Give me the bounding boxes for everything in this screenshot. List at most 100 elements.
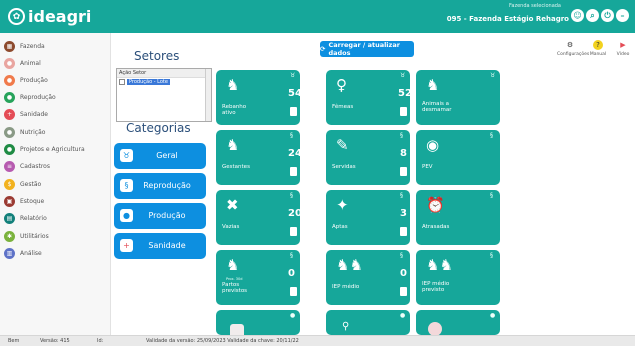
sidebar-item-projetos[interactable]: ● Projetos e Agricultura: [4, 142, 85, 156]
document-icon[interactable]: [516, 167, 523, 176]
document-icon[interactable]: [516, 287, 523, 296]
category-geral-button[interactable]: ♉ Geral: [114, 143, 206, 169]
checkbox-icon[interactable]: [119, 79, 125, 85]
card-pev[interactable]: § ◉ 0 PEV: [416, 130, 523, 185]
card-iep-medio[interactable]: § ♞♞ 0 IEP médio: [326, 250, 410, 305]
avatar-icon[interactable]: ☺: [571, 9, 584, 22]
category-reproducao-button[interactable]: § Reprodução: [114, 173, 206, 199]
card-servidas[interactable]: § ✎ 8 Servidas: [326, 130, 410, 185]
sidebar-item-sanidade[interactable]: + Sanidade: [4, 107, 48, 121]
sidebar-item-gestao[interactable]: $ Gestão: [4, 177, 41, 191]
card-partial-1[interactable]: ●: [216, 310, 300, 335]
cow-head-icon: ♉: [290, 72, 296, 79]
sidebar-item-cadastros[interactable]: ≡ Cadastros: [4, 159, 50, 173]
card-label: IEP médio: [332, 284, 360, 290]
sidebar-item-estoque[interactable]: ▣ Estoque: [4, 194, 44, 208]
card-value: 0: [400, 268, 407, 279]
dna-icon: §: [400, 192, 403, 199]
setores-scrollbar[interactable]: [205, 69, 211, 121]
card-value: 0: [516, 88, 523, 99]
health-cross-icon: +: [4, 108, 15, 120]
category-label: Produção: [148, 211, 186, 220]
category-label: Reprodução: [143, 181, 191, 190]
lock-icon: ⚲: [342, 321, 350, 332]
money-icon: $: [4, 178, 15, 190]
card-partos-previstos[interactable]: § ♞ Prox. 30d 0 Partos previstos: [216, 250, 300, 305]
document-icon[interactable]: [400, 287, 407, 296]
sidebar-item-fazenda[interactable]: ▦ Fazenda: [4, 39, 45, 53]
settings-button[interactable]: ⚙ Configurações: [557, 40, 589, 57]
setores-list[interactable]: Ação Setor Produção - Lote: [116, 68, 212, 122]
dna-icon: §: [490, 252, 493, 259]
manual-button[interactable]: ? Manual: [585, 40, 611, 57]
card-label: Servidas: [332, 164, 356, 170]
card-value: 54: [288, 88, 302, 99]
document-icon[interactable]: [290, 227, 297, 236]
tools-icon: ✱: [4, 230, 15, 242]
sidebar-item-analise[interactable]: ▥ Análise: [4, 246, 42, 260]
sidebar-item-label: Reprodução: [20, 93, 56, 101]
document-icon[interactable]: [516, 227, 523, 236]
logo-mark-icon: ✿: [8, 8, 25, 25]
category-label: Sanidade: [148, 241, 186, 250]
card-value: 52: [398, 88, 412, 99]
document-icon[interactable]: [400, 227, 407, 236]
list-icon: ≡: [4, 160, 15, 172]
card-iep-medio-previsto[interactable]: § ♞♞ 342 IEP médio previsto: [416, 250, 531, 305]
video-label: Vídeo: [616, 52, 630, 57]
sidebar-item-nutricao[interactable]: ● Nutrição: [4, 125, 45, 139]
document-icon[interactable]: [400, 167, 407, 176]
card-vazias[interactable]: § ✖ 20 Vazias: [216, 190, 302, 245]
sidebar-item-label: Sanidade: [20, 110, 48, 118]
card-label: PEV: [422, 164, 433, 170]
category-label: Geral: [156, 151, 178, 160]
dna-icon: §: [490, 132, 493, 139]
setor-row[interactable]: Produção - Lote: [119, 79, 209, 85]
load-data-button[interactable]: ⟳ Carregar / atualizar dados: [320, 41, 414, 57]
card-value: 3: [400, 208, 407, 219]
box-icon: ▣: [4, 195, 15, 207]
card-partial-2[interactable]: ● ⚲: [326, 310, 410, 335]
card-femeas[interactable]: ♉ ♀ 52 Fêmeas: [326, 70, 412, 125]
category-producao-button[interactable]: ● Produção: [114, 203, 206, 229]
sidebar-item-producao[interactable]: ● Produção: [4, 73, 48, 87]
milk-drop-icon: ●: [400, 312, 406, 319]
card-gestantes[interactable]: § ♞ 24 Gestantes: [216, 130, 302, 185]
minimize-icon[interactable]: –: [616, 9, 629, 22]
card-rebanho-ativo[interactable]: ♉ ♞ 54 Rebanho ativo: [216, 70, 302, 125]
female-icon: ♀: [336, 76, 347, 94]
video-button[interactable]: ▶ Vídeo: [610, 40, 635, 57]
power-icon[interactable]: ⏻: [601, 9, 614, 22]
document-icon[interactable]: [516, 107, 523, 116]
farm-name[interactable]: 095 - Fazenda Estágio Rehagro: [447, 15, 569, 23]
sidebar-item-reproducao[interactable]: ● Reprodução: [4, 90, 56, 104]
category-sanidade-button[interactable]: + Sanidade: [114, 233, 206, 259]
card-label: Atrasadas: [422, 224, 450, 230]
sidebar-item-label: Estoque: [20, 197, 45, 205]
col-setor: Setor: [132, 70, 147, 76]
load-data-label: Carregar / atualizar dados: [328, 41, 400, 57]
pev-icon: ◉: [426, 136, 440, 154]
document-icon[interactable]: [290, 287, 297, 296]
document-icon[interactable]: [290, 167, 297, 176]
sidebar-item-label: Fazenda: [20, 42, 45, 50]
card-value: 8: [400, 148, 407, 159]
analysis-icon: ▥: [4, 247, 15, 259]
card-partial-3[interactable]: ●: [416, 310, 500, 336]
document-icon[interactable]: [400, 107, 407, 116]
sidebar-item-label: Nutrição: [20, 128, 46, 136]
milk-drop-icon: ●: [490, 312, 496, 319]
sidebar-item-label: Análise: [20, 249, 42, 257]
card-animais-a-desmamar[interactable]: ♉ ♞ 0 Animais a desmamar: [416, 70, 523, 125]
status-validity: Validade da versão: 25/09/2023 Validade …: [146, 338, 299, 344]
card-atrasadas[interactable]: § ⏰ 17 Atrasadas: [416, 190, 530, 245]
card-aptas[interactable]: § ✦ 3 Aptas: [326, 190, 410, 245]
document-icon[interactable]: [290, 107, 297, 116]
search-icon[interactable]: ⌕: [586, 9, 599, 22]
partial-card-icon: [428, 322, 442, 336]
sidebar-item-relatorio[interactable]: ▤ Relatório: [4, 211, 47, 225]
sidebar-item-label: Projetos e Agricultura: [20, 145, 85, 153]
sidebar-item-animal[interactable]: ● Animal: [4, 56, 41, 70]
status-version: Versão: 415: [40, 338, 70, 344]
sidebar-item-utilitarios[interactable]: ✱ Utilitários: [4, 229, 49, 243]
